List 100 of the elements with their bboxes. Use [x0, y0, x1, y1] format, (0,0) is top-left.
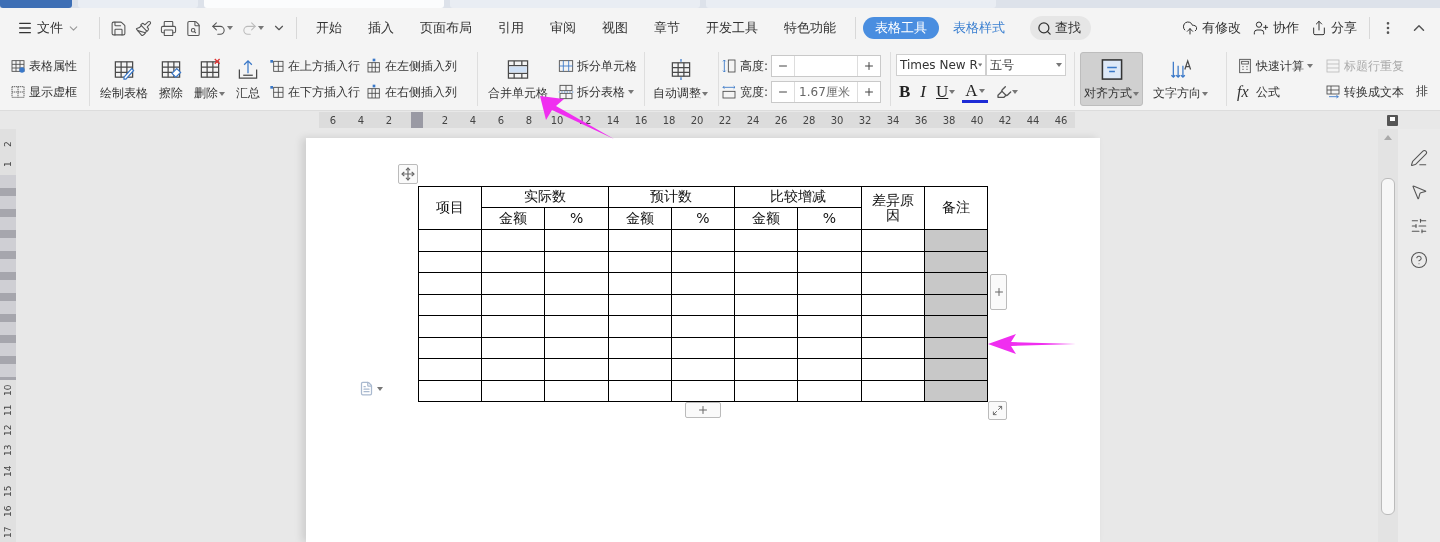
ruler-label: 46 [1053, 114, 1069, 126]
caret-icon [949, 90, 956, 94]
table-move-handle[interactable] [398, 164, 418, 184]
row-height-icon [721, 58, 737, 74]
ruler-label: 16 [2, 504, 14, 520]
ribbon-tab[interactable]: 视图 [590, 17, 640, 39]
ribbon-tab[interactable]: 审阅 [538, 17, 588, 39]
size-field[interactable] [771, 55, 882, 77]
ribbon-button[interactable]: 拆分单元格 [556, 55, 639, 77]
plus-icon [863, 86, 876, 98]
ruler-label: 20 [689, 114, 705, 126]
ruler-label: 14 [605, 114, 621, 126]
add-row-button[interactable] [685, 402, 721, 418]
scroll-up-icon[interactable] [1384, 135, 1392, 140]
ribbon-button[interactable]: 绘制表格 [96, 52, 152, 106]
ribbon-tab[interactable]: 表格样式 [941, 17, 1017, 39]
header-cell: 实际数 [481, 186, 609, 208]
header-cell: 项目 [418, 186, 482, 230]
ribbon-tab[interactable]: 页面布局 [408, 17, 484, 39]
ribbon-button[interactable]: 在下方插入行 [267, 81, 362, 103]
caret-icon [1202, 91, 1208, 96]
format-button[interactable]: U [933, 81, 959, 103]
pen-icon[interactable] [1410, 149, 1428, 167]
action-button[interactable]: 分享 [1305, 14, 1363, 42]
ribbon-button[interactable]: 自动调整 [649, 52, 712, 106]
field-label: 宽度: [740, 83, 769, 101]
font-size-select[interactable]: 五号 [986, 54, 1066, 76]
ruler-label: 6 [328, 114, 338, 126]
caret-icon [219, 91, 225, 96]
format-button[interactable]: B [896, 81, 914, 103]
ribbon-tab[interactable]: 开始 [304, 17, 354, 39]
highlighter-icon [995, 84, 1012, 100]
ribbon-button[interactable]: 显示虚框 [8, 81, 79, 103]
caret-icon [702, 91, 708, 96]
caret-icon [377, 386, 383, 391]
ruler-label: 4 [356, 114, 366, 126]
add-user-icon [1253, 20, 1269, 36]
ruler-label: 10 [549, 114, 565, 126]
header-cell: 金额 [608, 207, 672, 230]
ruler-label: 16 [633, 114, 649, 126]
plus-icon [992, 286, 1005, 298]
ruler-label: 36 [913, 114, 929, 126]
ribbon-button[interactable]: 转换成文本 [1323, 81, 1406, 103]
ribbon-button[interactable]: 汇总 [231, 52, 265, 106]
ruler-label: 13 [2, 443, 14, 459]
pointer-icon[interactable] [1410, 183, 1428, 201]
font-name-select[interactable]: Times New R [896, 54, 986, 76]
file-menu[interactable]: 文件 [4, 14, 93, 42]
ruler-label: 34 [885, 114, 901, 126]
split-cells-icon [558, 58, 574, 74]
ruler-label: 2 [2, 140, 14, 149]
header-cell: % [544, 207, 609, 230]
ribbon-button[interactable]: 排 [1414, 80, 1430, 102]
move-icon [401, 167, 415, 181]
caret-icon [258, 26, 264, 30]
ruler-label: 2 [384, 114, 394, 126]
ruler-label: 32 [857, 114, 873, 126]
settings-icon[interactable] [1410, 217, 1428, 235]
ribbon-button[interactable]: 在右侧插入列 [364, 81, 459, 103]
ruler-label: 30 [829, 114, 845, 126]
ribbon-button[interactable]: 快速计算 [1235, 55, 1315, 77]
insert-row-icon [269, 58, 285, 74]
ribbon-tab[interactable]: 引用 [486, 17, 536, 39]
help-icon[interactable] [1410, 251, 1428, 269]
ribbon-button[interactable]: 在上方插入行 [267, 55, 362, 77]
action-button[interactable]: 有修改 [1176, 14, 1247, 42]
ribbon-tab[interactable]: 开发工具 [694, 17, 770, 39]
calculator-icon [1237, 58, 1253, 74]
search-button[interactable]: 查找 [1030, 16, 1091, 40]
ruler-label: 18 [661, 114, 677, 126]
column-width-icon [721, 84, 737, 100]
ribbon-tab[interactable]: 章节 [642, 17, 692, 39]
ribbon-button[interactable]: 文字方向 [1149, 52, 1212, 106]
ribbon-button[interactable]: 表格属性 [8, 55, 79, 77]
ribbon-tab[interactable]: 特色功能 [772, 17, 848, 39]
resize-handle[interactable] [988, 401, 1007, 420]
ribbon-button[interactable]: fx 公式 [1235, 81, 1315, 103]
caret-icon [1011, 90, 1018, 94]
table-properties-icon [10, 58, 26, 74]
ribbon-tab[interactable]: 插入 [356, 17, 406, 39]
ruler-label: 28 [801, 114, 817, 126]
ribbon-button[interactable]: 擦除 [154, 52, 188, 106]
ribbon-button[interactable]: 删除 [190, 52, 229, 106]
ribbon-button[interactable]: 对齐方式 [1080, 52, 1143, 106]
format-button[interactable]: I [917, 81, 929, 103]
action-button[interactable]: 协作 [1247, 14, 1305, 42]
add-column-button[interactable] [990, 274, 1007, 310]
ruler-label: 38 [941, 114, 957, 126]
ribbon-button[interactable]: 在左侧插入列 [364, 55, 459, 77]
ribbon-button[interactable]: 拆分表格 [556, 81, 639, 103]
format-button[interactable]: A [962, 81, 988, 103]
size-field[interactable]: 1.67厘米 [771, 81, 882, 103]
ruler-label: 2 [440, 114, 450, 126]
caret-icon [1307, 64, 1313, 68]
header-cell: 金额 [734, 207, 798, 230]
cloud-icon [1182, 20, 1198, 36]
caret-icon [977, 63, 982, 67]
formula-icon: fx [1237, 83, 1249, 101]
scrollbar-thumb[interactable] [1381, 178, 1395, 515]
ruler-label: 14 [2, 464, 14, 479]
